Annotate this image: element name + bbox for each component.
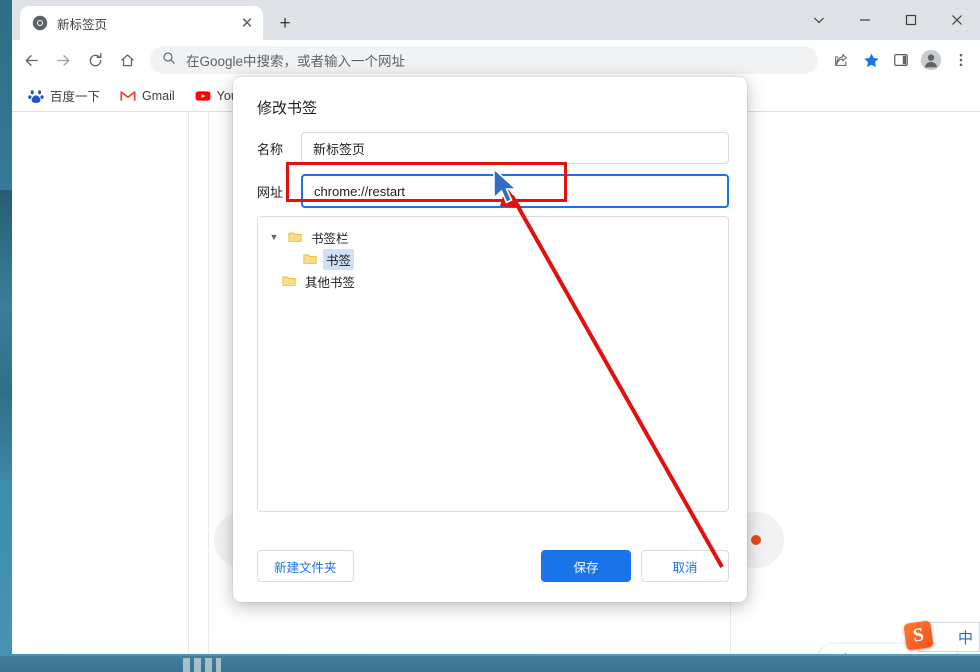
chevron-down-icon[interactable] (796, 0, 842, 40)
baidu-icon (28, 88, 44, 104)
profile-avatar-icon[interactable] (916, 45, 946, 75)
dialog-title: 修改书签 (257, 100, 318, 117)
tree-item-label: 书签 (323, 248, 355, 270)
search-icon (162, 51, 176, 70)
tree-item-label: 书签栏 (311, 231, 349, 246)
taskbar[interactable] (0, 656, 980, 672)
pencil-icon (834, 652, 848, 654)
folder-icon (282, 274, 296, 288)
name-field-label: 名称 (257, 141, 284, 157)
new-tab-button[interactable]: + (271, 9, 299, 37)
dialog-footer: 新建文件夹 保存 取消 (233, 530, 747, 602)
bookmark-gmail[interactable]: Gmail (112, 84, 183, 108)
home-icon[interactable] (112, 45, 142, 75)
close-window-icon[interactable] (934, 0, 980, 40)
youtube-icon (195, 88, 211, 104)
page-divider-left (188, 112, 189, 654)
three-dot-menu-icon[interactable] (946, 45, 976, 75)
chrome-icon (32, 15, 48, 31)
edit-bookmark-dialog: 修改书签 名称 新标签页 网址 chrome://restart ▼ 书签栏 书… (233, 77, 747, 602)
bookmark-baidu[interactable]: 百度一下 (20, 82, 108, 109)
arrow-cursor (493, 168, 519, 204)
gmail-icon (120, 88, 136, 104)
tab-new-tab-page[interactable]: 新标签页 ✕ (20, 6, 263, 40)
new-folder-button[interactable]: 新建文件夹 (257, 550, 354, 582)
tree-item-bookmark[interactable]: 书签 (258, 248, 728, 270)
chevron-down-icon[interactable]: ▼ (266, 232, 282, 242)
name-input[interactable]: 新标签页 (301, 132, 729, 164)
taskbar-icons[interactable] (183, 658, 221, 672)
tree-item-bookmarks-bar[interactable]: ▼ 书签栏 (258, 226, 728, 248)
reload-icon[interactable] (80, 45, 110, 75)
omnibox-placeholder-text: 在Google中搜索，或者输入一个网址 (186, 54, 406, 69)
window-controls (796, 0, 980, 40)
cancel-button[interactable]: 取消 (641, 550, 729, 582)
save-button[interactable]: 保存 (541, 550, 631, 582)
folder-icon (303, 252, 317, 266)
bookmark-label: Gmail (142, 88, 175, 103)
minimize-icon[interactable] (842, 0, 888, 40)
star-filled-icon[interactable] (856, 45, 886, 75)
side-panel-icon[interactable] (886, 45, 916, 75)
ime-mode-label[interactable]: 中 (958, 627, 973, 648)
sogou-logo-icon[interactable]: S (903, 620, 934, 651)
maximize-icon[interactable] (888, 0, 934, 40)
omnibox[interactable]: 在Google中搜索，或者输入一个网址 (150, 46, 818, 74)
toolbar-right-actions (826, 45, 976, 75)
forward-icon[interactable] (48, 45, 78, 75)
folder-icon (288, 230, 302, 244)
bookmark-label: 百度一下 (50, 90, 101, 104)
tab-title: 新标签页 (57, 17, 108, 32)
url-field-row: 网址 chrome://restart (233, 174, 747, 208)
shortcut-tile-icon (751, 535, 761, 545)
tree-item-label: 其他书签 (305, 275, 356, 290)
url-field-label: 网址 (257, 184, 284, 200)
share-icon[interactable] (826, 45, 856, 75)
tree-item-other-bookmarks[interactable]: 其他书签 (258, 270, 728, 292)
page-divider-right (208, 112, 209, 654)
name-field-row: 名称 新标签页 (233, 132, 747, 164)
tab-strip: 新标签页 ✕ + (12, 0, 980, 40)
browser-toolbar: 在Google中搜索，或者输入一个网址 (12, 40, 980, 80)
close-icon[interactable]: ✕ (237, 13, 257, 33)
bookmark-folder-tree[interactable]: ▼ 书签栏 书签 其他书签 (257, 216, 729, 512)
back-icon[interactable] (16, 45, 46, 75)
